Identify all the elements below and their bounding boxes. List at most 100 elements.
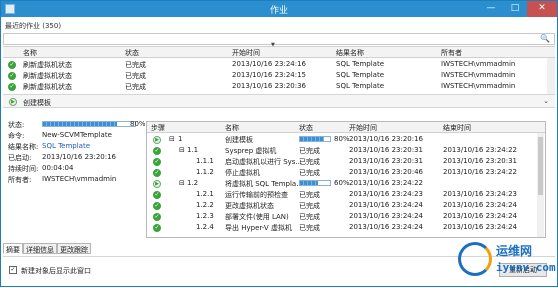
maximize-button[interactable]: □ bbox=[503, 1, 527, 17]
step-row[interactable]: ✓ 1.1.2 停止虚拟机 已完成 2013/10/16 23:20:46 2013/10… bbox=[147, 167, 537, 178]
step-start-time: 2013/10/16 23:20:46 bbox=[349, 168, 424, 176]
job-owner: IWSTECH\vmmadmin bbox=[441, 60, 516, 68]
step-number: 1.2.4 bbox=[196, 223, 214, 231]
col-step-name[interactable]: 名称 bbox=[225, 123, 239, 133]
jobs-table-header: 名称 状态 开始时间 结果名称 所有者 bbox=[3, 46, 555, 58]
col-name[interactable]: 名称 bbox=[23, 48, 37, 58]
chevron-down-icon[interactable]: ⌄ bbox=[543, 97, 549, 105]
step-row[interactable]: ✓ 1.2.2 更改虚拟机状态 已完成 2013/10/16 23:24:24 2013/… bbox=[147, 200, 537, 211]
started-label: 已启动: bbox=[8, 154, 32, 162]
tab-change-tracking[interactable]: 更改跟踪 bbox=[57, 243, 91, 254]
job-status: 已完成 bbox=[125, 72, 146, 80]
success-icon: ✓ bbox=[153, 147, 161, 155]
table-row[interactable]: ✓ 刷新虚拟机状态 已完成 2013/10/16 23:24:16 SQL Te… bbox=[3, 59, 555, 70]
table-row[interactable]: ✓ 刷新虚拟机状态 已完成 2013/10/16 23:20:36 SQL Te… bbox=[3, 81, 555, 92]
recent-jobs-label: 最近的作业 (350) bbox=[5, 22, 62, 30]
duration-value: 00:04:04 bbox=[42, 164, 74, 172]
step-row[interactable]: ✓ 1.2.3 部署文件(使用 LAN) 已完成 2013/10/16 23:24:24… bbox=[147, 211, 537, 222]
steps-scroll-thumb[interactable] bbox=[538, 137, 543, 195]
step-number: 1.2.1 bbox=[196, 190, 214, 198]
step-start-time: 2013/10/16 23:24:24 bbox=[349, 201, 424, 209]
status-progress-bar bbox=[42, 121, 136, 127]
job-name: 刷新虚拟机状态 bbox=[23, 83, 72, 91]
step-number: 1 bbox=[178, 135, 183, 143]
success-icon: ✓ bbox=[153, 224, 161, 232]
col-step-status[interactable]: 状态 bbox=[299, 123, 313, 133]
step-number: 1.1 bbox=[187, 146, 199, 154]
watermark-url: iyunv.com bbox=[496, 261, 556, 274]
step-end-time: 2013/10/16 23:24:22 bbox=[443, 146, 518, 154]
status-percent: 80% bbox=[130, 120, 146, 128]
step-status: 已完成 bbox=[299, 213, 320, 221]
step-status: 已完成 bbox=[299, 169, 320, 177]
step-row[interactable]: ▶ ⊟ 1.2 将虚拟机 SQL Templa... 60% 2013/10/16 23:… bbox=[147, 178, 537, 189]
step-row[interactable]: ✓ 1.2.1 运行传输前的预检查 已完成 2013/10/16 23:24:23 201… bbox=[147, 189, 537, 200]
col-step-start[interactable]: 开始时间 bbox=[349, 123, 377, 133]
running-icon: ▶ bbox=[9, 98, 17, 106]
step-name: 启动虚拟机以进行 Sys... bbox=[225, 158, 303, 166]
col-start-time[interactable]: 开始时间 bbox=[232, 48, 260, 58]
col-step[interactable]: 步骤 bbox=[151, 123, 165, 133]
running-icon: ▶ bbox=[153, 136, 161, 144]
steps-table: 步骤 名称 状态 开始时间 结束时间 ▶ ⊟ 1 创建模板 80% 2013/10/16 … bbox=[146, 121, 546, 238]
step-end-time: 2013/10/16 23:24:23 bbox=[443, 190, 518, 198]
current-job-bar[interactable]: ▶ 创建模板 ⌄ bbox=[3, 94, 555, 108]
minimize-button[interactable]: — bbox=[479, 1, 503, 17]
success-icon: ✓ bbox=[153, 169, 161, 177]
step-row[interactable]: ▶ ⊟ 1 创建模板 80% 2013/10/16 23:20:16 bbox=[147, 134, 537, 145]
jobs-scrollbar[interactable] bbox=[547, 58, 555, 94]
step-name: 将虚拟机 SQL Templa... bbox=[225, 180, 303, 188]
show-window-checkbox[interactable]: ✓ bbox=[9, 266, 17, 274]
owner-label: 所有者: bbox=[8, 176, 32, 184]
step-name: Sysprep 虚拟机 bbox=[225, 147, 277, 155]
col-result-name[interactable]: 结果名称 bbox=[336, 48, 364, 58]
success-icon: ✓ bbox=[153, 213, 161, 221]
command-value: New-SCVMTemplate bbox=[42, 131, 112, 139]
col-status[interactable]: 状态 bbox=[125, 48, 139, 58]
search-icon[interactable]: 🔍 bbox=[540, 34, 550, 43]
step-status: 60% bbox=[334, 179, 350, 187]
running-icon: ▶ bbox=[153, 180, 161, 188]
step-end-time: 2013/10/16 23:24:24 bbox=[443, 212, 518, 220]
collapse-icon[interactable]: ⊟ bbox=[179, 179, 185, 187]
job-result-name: SQL Template bbox=[336, 82, 385, 90]
close-window-button[interactable]: ✕ bbox=[527, 1, 557, 17]
col-step-end[interactable]: 结束时间 bbox=[443, 123, 471, 133]
window-title: 作业 bbox=[269, 6, 288, 16]
job-start-time: 2013/10/16 23:20:36 bbox=[232, 82, 307, 90]
result-link[interactable]: SQL Template bbox=[42, 142, 90, 150]
step-name: 更改虚拟机状态 bbox=[225, 202, 274, 210]
collapse-icon[interactable]: ⊟ bbox=[179, 146, 185, 154]
title-bar[interactable]: 作业 — □ ✕ bbox=[1, 1, 557, 17]
step-start-time: 2013/10/16 23:20:31 bbox=[349, 146, 424, 154]
job-result-name: SQL Template bbox=[336, 71, 385, 79]
search-input[interactable]: 🔍 bbox=[3, 33, 555, 45]
step-name: 创建模板 bbox=[225, 136, 253, 144]
jobs-window: 作业 — □ ✕ 最近的作业 (350) 🔍 ▼ 名称 状态 开始时间 结果名称… bbox=[0, 0, 558, 287]
step-number: 1.2.3 bbox=[196, 212, 214, 220]
steps-scrollbar[interactable] bbox=[537, 133, 544, 237]
step-end-time: 2013/10/16 23:24:24 bbox=[443, 201, 518, 209]
job-name: 刷新虚拟机状态 bbox=[23, 61, 72, 69]
tab-summary[interactable]: 摘要 bbox=[3, 243, 23, 254]
step-status: 已完成 bbox=[299, 191, 320, 199]
step-row[interactable]: ✓ 1.2.4 导出 Hyper-V 虚拟机 已完成 2013/10/16 23:24:… bbox=[147, 222, 537, 233]
result-label: 结果名称: bbox=[8, 143, 39, 151]
success-icon: ✓ bbox=[153, 202, 161, 210]
collapse-icon[interactable]: ⊟ bbox=[169, 135, 175, 143]
step-name: 导出 Hyper-V 虚拟机 bbox=[225, 224, 292, 232]
step-row[interactable]: ✓ 1.1.1 启动虚拟机以进行 Sys... 已完成 2013/10/16 23:20… bbox=[147, 156, 537, 167]
step-number: 1.1.2 bbox=[196, 168, 214, 176]
step-progress-bar bbox=[299, 136, 331, 142]
job-status: 已完成 bbox=[125, 61, 146, 69]
success-icon: ✓ bbox=[153, 158, 161, 166]
job-name: 刷新虚拟机状态 bbox=[23, 72, 72, 80]
started-value: 2013/10/16 23:20:16 bbox=[42, 153, 117, 161]
step-status: 已完成 bbox=[299, 158, 320, 166]
col-owner[interactable]: 所有者 bbox=[441, 48, 462, 58]
table-row[interactable]: ✓ 刷新虚拟机状态 已完成 2013/10/16 23:24:15 SQL Te… bbox=[3, 70, 555, 81]
tab-details[interactable]: 详细信息 bbox=[23, 243, 57, 254]
step-status: 已完成 bbox=[299, 224, 320, 232]
step-row[interactable]: ✓ ⊟ 1.1 Sysprep 虚拟机 已完成 2013/10/16 23:20:31 20… bbox=[147, 145, 537, 156]
step-name: 部署文件(使用 LAN) bbox=[225, 213, 289, 221]
